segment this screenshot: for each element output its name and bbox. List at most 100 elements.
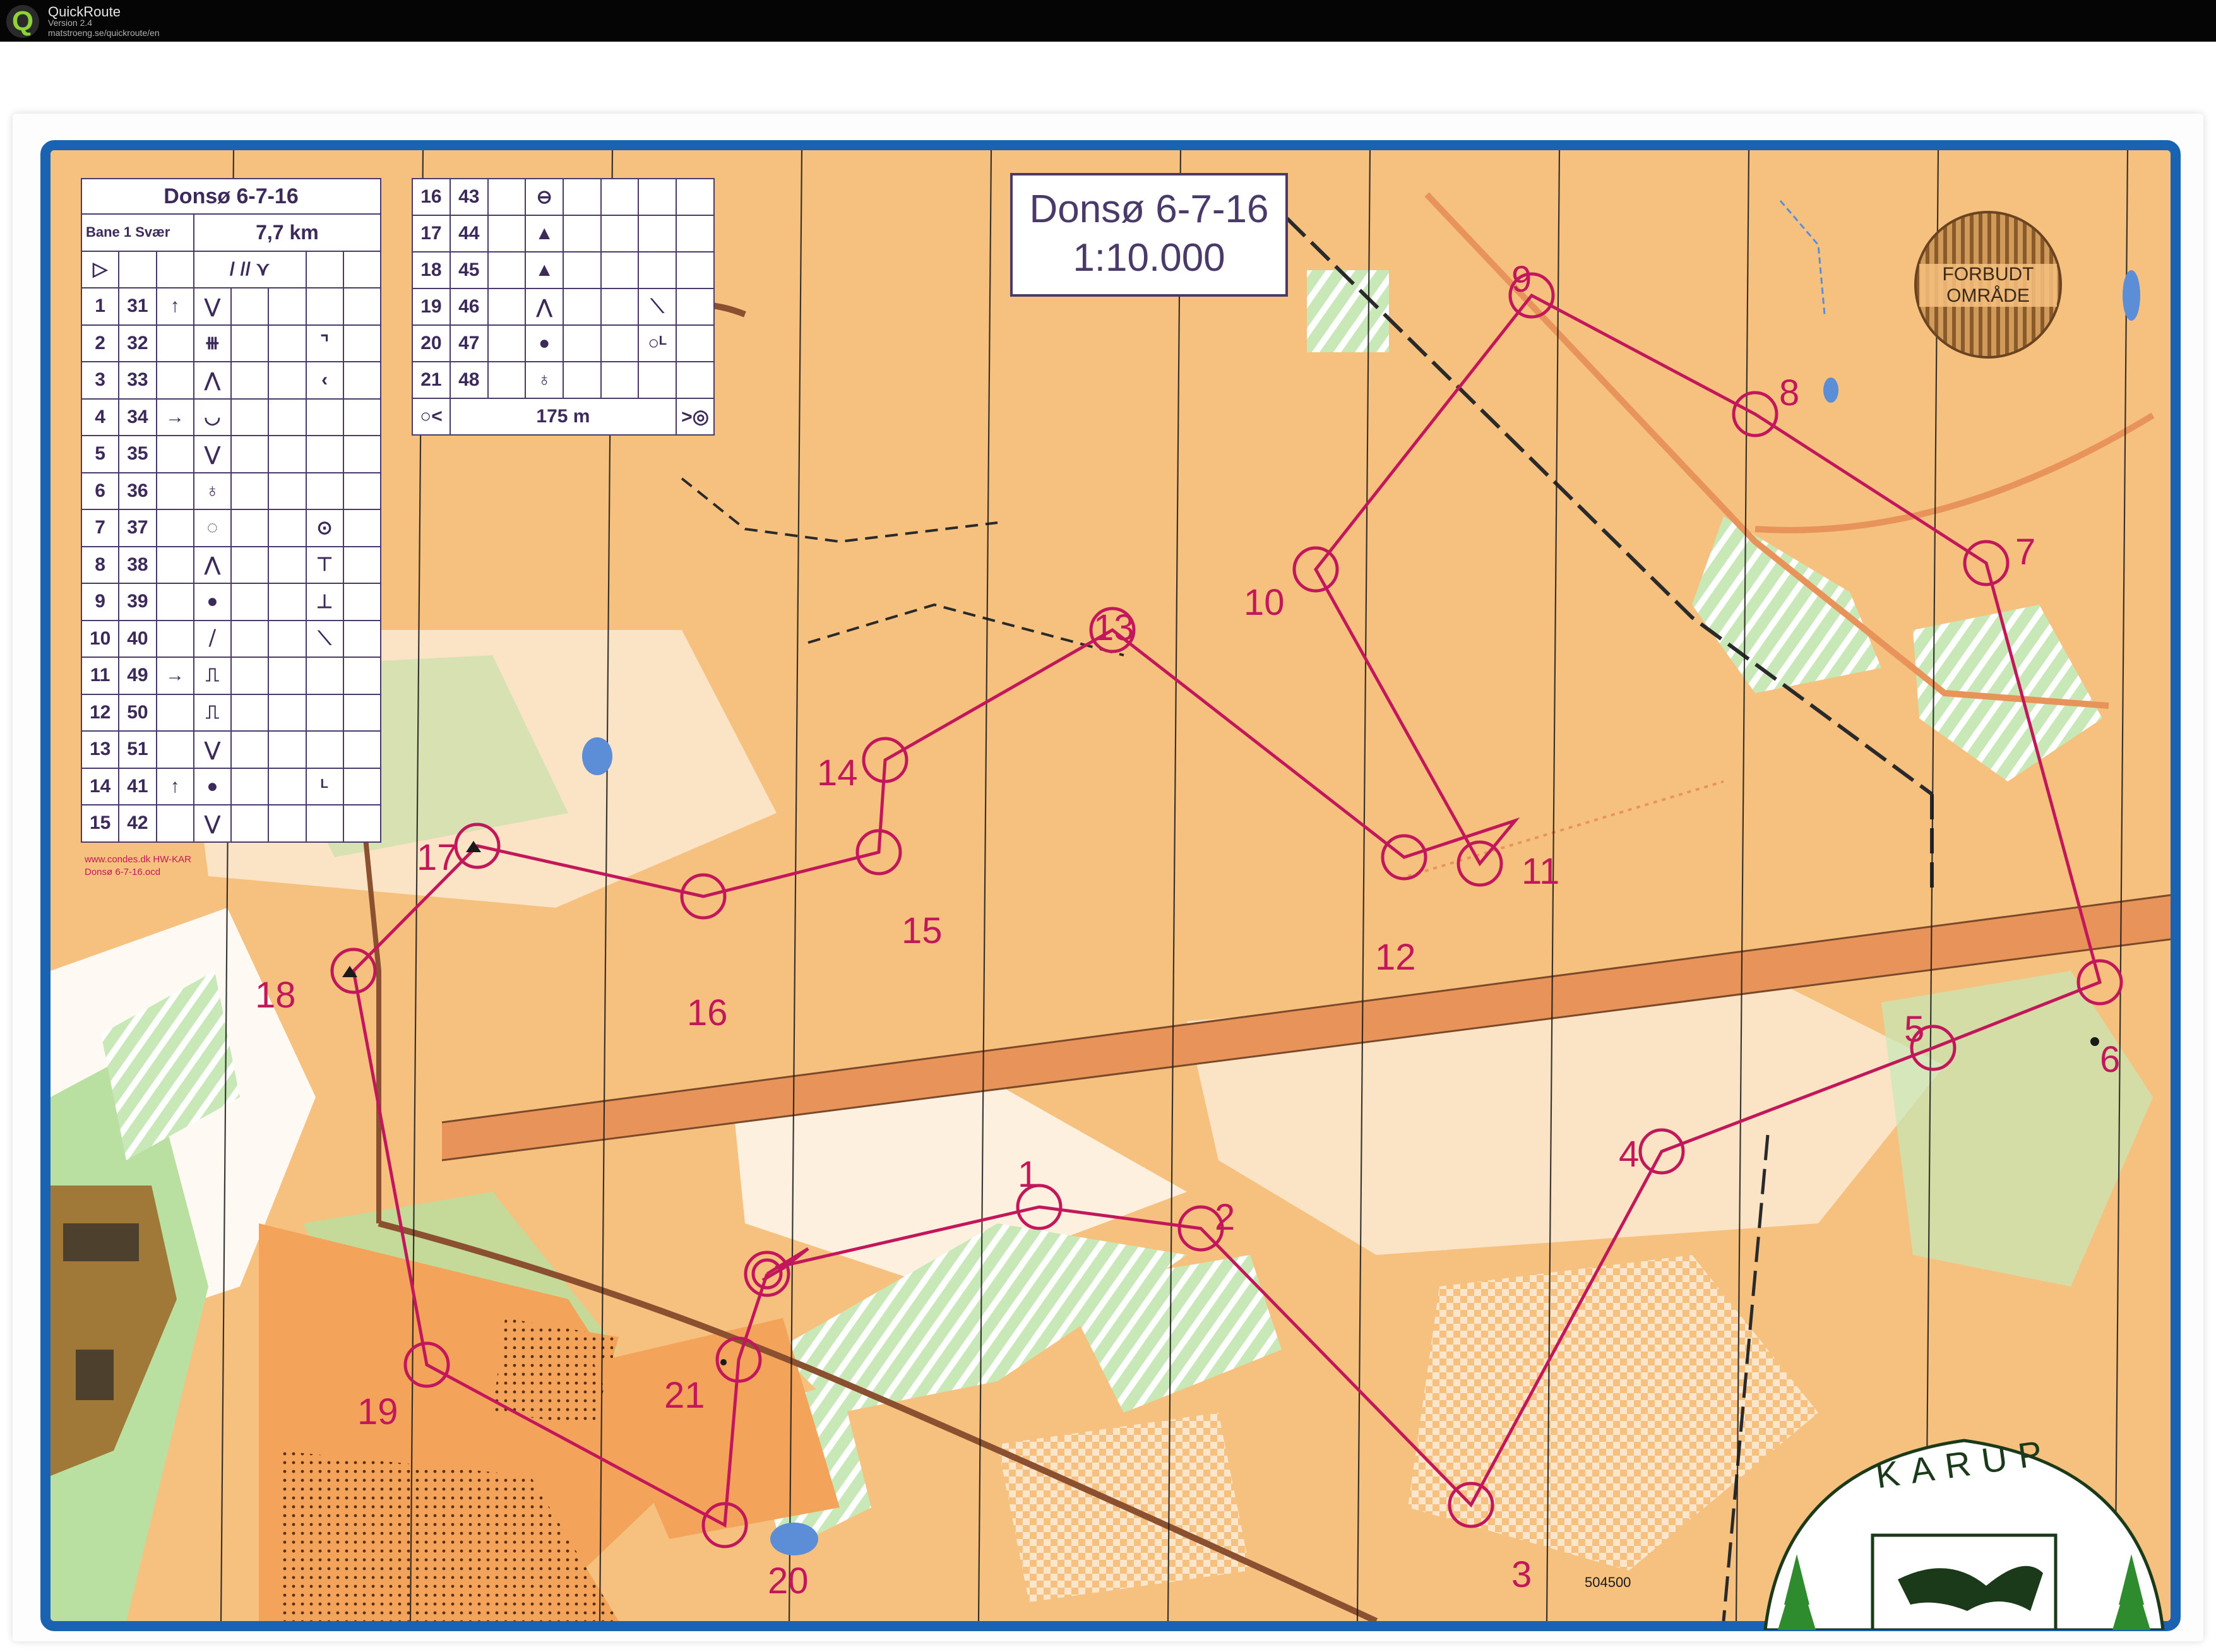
empty-cell — [600, 324, 640, 362]
empty-cell — [563, 288, 602, 326]
direction-icon — [155, 730, 194, 769]
empty-cell — [268, 435, 307, 473]
detail-icon: ⌝ — [305, 324, 344, 362]
direction-icon — [487, 324, 527, 362]
detail-icon: ⟍ — [638, 288, 677, 326]
empty-cell — [230, 730, 270, 769]
control-description-row: 21 48 ♁ — [412, 361, 715, 399]
detail-icon — [305, 435, 344, 473]
control-number: 8 — [80, 545, 120, 584]
feature-icon: ● — [525, 324, 564, 362]
path-icon: / // ⋎ — [193, 250, 307, 288]
control-code: 40 — [118, 619, 157, 658]
detail-icon — [305, 657, 344, 695]
control-label-9: 9 — [1511, 259, 1532, 300]
empty-cell — [230, 324, 270, 362]
control-description-row: 18 45 ▲ — [412, 251, 715, 289]
finish-distance: 175 m — [449, 398, 677, 436]
empty-cell — [268, 804, 307, 843]
empty-cell — [230, 287, 270, 326]
control-description-row: 14 41 ↑ ● ᴸ — [80, 767, 382, 805]
control-description-row: 20 47 ● ○ᴸ — [412, 324, 715, 362]
direction-icon — [487, 288, 527, 326]
empty-cell — [342, 398, 382, 436]
control-number: 7 — [80, 509, 120, 547]
feature-icon: ⋁ — [193, 804, 232, 843]
quickroute-logo-icon: Q — [6, 5, 39, 38]
direction-icon — [487, 215, 527, 253]
control-number: 21 — [412, 361, 451, 399]
control-label-17: 17 — [417, 837, 458, 878]
control-number: 11 — [80, 657, 120, 695]
feature-icon: ▲ — [525, 215, 564, 253]
control-description-row: 2 32 ⧻ ⌝ — [80, 324, 382, 362]
direction-icon — [155, 804, 194, 843]
empty-cell — [268, 545, 307, 584]
direction-icon — [155, 324, 194, 362]
credit-website: www.condes.dk — [85, 854, 151, 865]
empty-cell — [342, 324, 382, 362]
empty-cell — [268, 472, 307, 510]
direction-icon — [155, 472, 194, 510]
control-code: 43 — [449, 178, 489, 216]
control-label-15: 15 — [902, 910, 943, 951]
detail-icon — [305, 693, 344, 732]
control-number: 15 — [80, 804, 120, 843]
control-number: 14 — [80, 767, 120, 805]
empty-cell — [342, 693, 382, 732]
direction-icon — [155, 509, 194, 547]
empty-cell — [268, 398, 307, 436]
empty-cell — [268, 509, 307, 547]
control-description-row: 8 38 ⋀ ⊤ — [80, 545, 382, 584]
forbidden-area-label: FORBUDT OMRÅDE — [1919, 264, 2057, 307]
empty-cell — [230, 804, 270, 843]
control-number: 9 — [80, 583, 120, 621]
finish-icon: >◎ — [676, 398, 715, 436]
direction-icon: ↑ — [155, 287, 194, 326]
empty-cell — [676, 251, 715, 289]
course-name: Bane 1 Svær — [81, 213, 194, 252]
detail-icon: ‹ — [305, 361, 344, 400]
control-label-18: 18 — [255, 975, 296, 1016]
control-label-2: 2 — [1215, 1197, 1236, 1238]
control-number: 3 — [80, 361, 120, 400]
empty-cell — [676, 324, 715, 362]
empty-cell — [230, 361, 270, 400]
title-bar: Q QuickRoute Version 2.4 matstroeng.se/q… — [0, 0, 2216, 42]
direction-icon: → — [155, 657, 194, 695]
control-number: 17 — [412, 215, 451, 253]
empty-cell — [268, 287, 307, 326]
finish-from-icon: ○< — [412, 398, 451, 436]
detail-icon — [305, 804, 344, 843]
detail-icon — [305, 398, 344, 436]
empty-cell — [230, 583, 270, 621]
control-description-row: 12 50 ⎍ — [80, 693, 382, 732]
control-code: 31 — [118, 287, 157, 326]
empty-cell — [230, 767, 270, 805]
empty-cell — [563, 361, 602, 399]
control-number: 1 — [80, 287, 120, 326]
direction-icon — [155, 435, 194, 473]
map-title-box: Donsø 6-7-16 1:10.000 — [1010, 173, 1288, 297]
empty-cell — [268, 767, 307, 805]
credit-file: Donsø 6-7-16.ocd — [85, 867, 161, 877]
control-code: 34 — [118, 398, 157, 436]
description-event-title: Donsø 6-7-16 — [81, 178, 381, 215]
feature-icon: ⋁ — [193, 435, 232, 473]
control-code: 51 — [118, 730, 157, 769]
empty-cell — [600, 361, 640, 399]
direction-icon — [155, 545, 194, 584]
feature-icon: ▲ — [525, 251, 564, 289]
control-number: 20 — [412, 324, 451, 362]
app-url: matstroeng.se/quickroute/en — [48, 28, 160, 38]
control-description-row: 5 35 ⋁ — [80, 435, 382, 473]
control-code: 35 — [118, 435, 157, 473]
empty-cell — [342, 804, 382, 843]
control-description-row: 15 42 ⋁ — [80, 804, 382, 843]
start-icon: ▷ — [80, 250, 120, 288]
control-code: 48 — [449, 361, 489, 399]
control-code: 42 — [118, 804, 157, 843]
control-description-row: 19 46 ⋀ ⟍ — [412, 288, 715, 326]
direction-icon — [487, 361, 527, 399]
direction-icon — [155, 361, 194, 400]
